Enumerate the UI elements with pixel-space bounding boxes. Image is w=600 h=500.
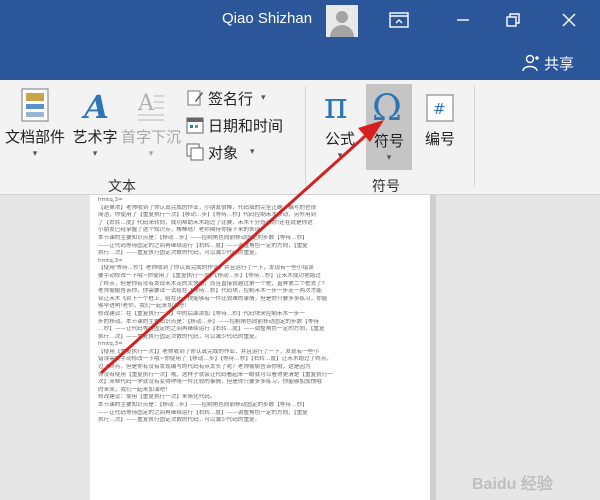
document-line: hmtq,3= [98,197,123,203]
document-line: 【赵桌浓】老帅收到了你认真完成的作业，小朋友很棒，代码填的完全正确，编写的也很 [98,204,317,211]
equation-label: 公式 [324,130,355,148]
document-line: 次】来帮代码一学就没有变得啰嗦一件比较的事情，但是你只要多多练习，你能够加加快哦 [98,379,322,386]
object-label: 对象 [208,143,239,162]
svg-text:Ω: Ω [372,88,402,126]
document-line: 修改建议：使用【重复执行一次】来简化代码。 [98,394,216,401]
object-icon [186,143,204,161]
svg-text:A: A [81,88,109,122]
minimize-button[interactable] [450,8,476,32]
close-button[interactable] [556,8,582,32]
svg-text:π: π [324,88,348,124]
restore-icon [506,13,520,27]
dropcap-icon: A [137,91,164,121]
document-line: 你没有使用【重复执行一次】哦，这样子就会让代码看起来一眼就可以看得更清楚【重复执… [98,371,333,378]
group-label-text: 文本 [108,179,136,195]
group-separator [305,86,306,186]
group-label-symbols: 符号 [372,179,400,195]
symbol-button[interactable]: Ω 符号 ▾ [366,84,412,170]
chevron-down-icon: ▾ [148,149,154,159]
dropcap-label: 首字下沉 [120,128,181,146]
document-line: 够早进哟!老师，我们一起来加油吧! [98,303,187,310]
document-line: 合让禾木飞到下一个桩上，给在还一快能够有一件比较难的事情，但是你只要多多练习，你… [98,295,328,302]
page-edge [430,195,436,500]
chevron-down-icon: ▾ [250,147,255,157]
equation-button[interactable]: π 公式 ▾ [318,88,362,161]
title-bar: Qiao Shizhan [0,0,600,46]
share-label: 共享 [544,54,575,73]
vertical-scrollbar[interactable] [586,195,600,500]
ribbon: 文档部件 ▾ A 艺术字 ▾ A 首字下沉 ▾ 签名行 ▾ 日期和时间 对象 ▾… [0,80,600,195]
document-page[interactable]: hmtq,3= 【赵桌浓】老帅收到了你认真完成的作业，小朋友很棒，代码填的完全正确… [90,195,430,500]
document-line: 要手动修改一下哦~你使用了【重复执行一次】【移动…步】【等待…秒】让禾木成功地跑… [98,272,321,279]
document-line: 简洁，你使用了【重复执行一次】【移动…步】【等待…秒】代码控制禾木移动，另外用到 [98,212,317,219]
document-line: 时来米，我们一起来加油吧! [98,386,168,393]
chevron-down-icon: ▾ [337,151,343,161]
doc-parts-label: 文档部件 [4,128,65,146]
document-line: 步的移动。本节课的主要知识点是：【移动…步】——控制角色向前移动固定的步数【等待 [98,318,319,325]
document-line: 执行…次】——重复执行固定次数的代码，可以减少代码的重复。 [98,250,261,257]
document-text[interactable]: hmtq,3= 【赵桌浓】老帅收到了你认真完成的作业，小朋友很棒，代码填的完全正确… [98,197,420,425]
date-time-button[interactable]: 日期和时间 [186,114,283,136]
document-area: hmtq,3= 【赵桌浓】老帅收到了你认真完成的作业，小朋友很棒，代码填的完全正确… [0,195,600,500]
chevron-down-icon: ▾ [386,153,392,163]
document-line: 本节课的主要知识点是：【移动…步】——控制角色向前移动固定的步数【等待…秒】 [98,402,308,409]
close-icon [562,13,576,27]
svg-text:A: A [137,91,155,116]
chevron-down-icon: ▾ [261,93,266,103]
document-line: hmtq,3= [98,257,123,264]
pi-icon: π [324,88,348,124]
document-line: 本节课的主要知识点是：【移动…步】——控制角色向前移动固定的步数【等待…秒】 [98,234,308,241]
watermark: Baidu 经验 [472,476,553,493]
number-icon: # [426,94,454,122]
document-line: 老师偷偷告诉你，你需要试一试给在【等待…秒】代码块，控制禾木一步一步走一两次才能 [98,288,322,295]
chevron-down-icon: ▾ [32,149,38,159]
omega-icon: Ω [372,88,402,126]
document-line: 错误需要手动修改一下哦~你使用了【移动…步】【等待…秒】【右转…度】让禾木跑过了… [98,356,333,363]
document-line: 了终点，但是你有没有发现禾木走的太快啦，而且直接就越过第一个桩，直奔第二个桩去了… [98,280,325,287]
signature-label: 签名行 [208,89,254,108]
avatar[interactable] [326,5,358,37]
document-line: 【使用'等待…秒'】老帅收到了你认真完成的作业，并且运行了一下，发现有一些小错误 [98,265,314,272]
number-button[interactable]: # 编号 [418,92,462,149]
document-line: hmtq,3= [98,341,123,348]
doc-parts-button[interactable]: 文档部件 ▾ [0,88,70,159]
document-line: …秒】——让代码等待固定的之间再继续运行【右转…度】——调整角色一定的方向，【重… [98,326,325,333]
chevron-down-icon: ▾ [92,149,98,159]
document-line: 【使用【重复执行一次】】老帅收到了你认真完成的作业，并且运行了一下，发现有一些小 [98,348,319,355]
signature-line-button[interactable]: 签名行 ▾ [186,87,266,109]
wordart-button[interactable]: A 艺术字 ▾ [70,88,120,159]
signature-icon [187,90,203,106]
person-add-icon [522,54,539,72]
number-label: 编号 [424,130,455,148]
wordart-label: 艺术字 [72,128,118,146]
doc-parts-icon [21,88,49,122]
document-line: ——让代码等待固定的之间再继续运行【右转…度】——调整角色一定的方向，【重复 [98,409,308,416]
document-line: 执行…次】——重复执行固定次数的代码，可以减少代码的重复。 [98,417,261,424]
share-button[interactable]: 共享 [522,52,574,74]
tab-bar: 共享 [0,46,600,80]
date-time-label: 日期和时间 [208,116,284,135]
user-name[interactable]: Qiao Shizhan [222,10,312,27]
document-line: ——让代码等待固定的之间再继续运行【右转…度】——调整角色一定的方向，【重复 [98,242,308,249]
document-line: 小朋友已经掌握了这个知识点，棒棒哒！老师期待你接下来的表现! [98,227,263,234]
dropcap-button[interactable]: A 首字下沉 ▾ [120,88,182,159]
svg-text:#: # [433,100,446,118]
wordart-icon: A [81,88,109,122]
minimize-icon [457,19,469,21]
ribbon-display-icon [389,12,409,28]
document-line: 了【右转…度】代码来转向，成功帮助禾木跑过了比赛，禾木十分感谢你!还在说是你这 [98,219,313,226]
symbol-label: 符号 [373,132,404,150]
calendar-icon [186,117,204,134]
document-line: 修改建议：在【重复执行一次】中的后面添加【等待…秒】代码块来控制禾木一步一 [98,310,305,317]
group-separator [474,86,475,186]
restore-button[interactable] [500,8,526,32]
document-line: 过了终点，但是你有没有发现编写的代码有点太长了呢？老帅偷偷告诉你哦，这是因为 [98,364,311,371]
document-line: 执行…次】——重复执行固定次数的代码，可以减少代码的重复。 [98,333,261,340]
object-button[interactable]: 对象 ▾ [186,141,255,163]
ribbon-display-options-button[interactable] [386,8,412,32]
